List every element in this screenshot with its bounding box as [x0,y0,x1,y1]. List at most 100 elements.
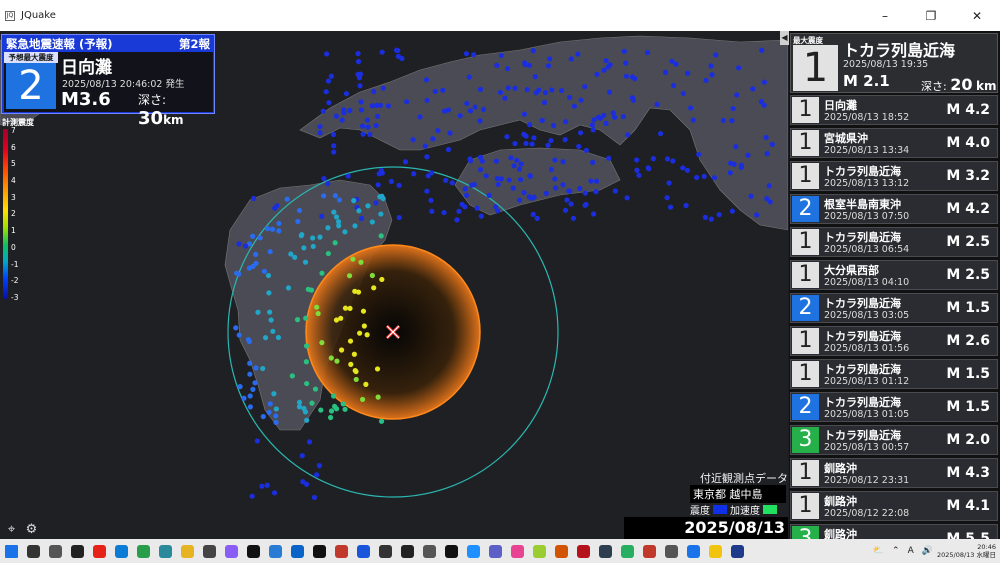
maximize-button[interactable]: ❐ [908,0,954,31]
quake-list-item[interactable]: 1 トカラ列島近海 2025/08/13 06:54 M 2.5 [790,227,998,257]
station-dot [378,211,384,217]
legend-tick: 1 [11,226,16,236]
chrome-icon[interactable] [132,539,154,563]
station-dot [708,63,714,69]
outlook-icon[interactable] [286,539,308,563]
station-dot [606,89,613,95]
intensity-swatch [713,505,727,514]
station-dot [379,276,385,283]
station-dot [373,200,379,206]
quake-list-item[interactable]: 1 大分県西部 2025/08/13 04:10 M 2.5 [790,260,998,290]
teams-icon[interactable] [484,539,506,563]
station-dot [445,107,451,113]
quake-list-item[interactable]: 1 トカラ列島近海 2025/08/13 01:56 M 2.6 [790,326,998,356]
obs-icon[interactable] [396,539,418,563]
quake-list-item[interactable]: 1 日向灘 2025/08/13 18:52 M 4.2 [790,95,998,125]
station-dot [590,159,596,165]
quake-list-item[interactable]: 2 根室半島南東沖 2025/08/13 07:50 M 4.2 [790,194,998,224]
app-icon[interactable] [154,539,176,563]
latest-quake-card[interactable]: 最大震度 1 トカラ列島近海 2025/08/13 19:35 M 2.1 深さ… [790,33,998,94]
pear-icon[interactable] [528,539,550,563]
station-dot [410,137,416,143]
station-dot [253,251,259,258]
station-dot [531,194,537,200]
media-icon[interactable] [418,539,440,563]
github-icon[interactable] [308,539,330,563]
station-dot [766,183,772,189]
weather-icon[interactable]: ⛅ [873,546,884,556]
settings-gear-icon[interactable]: ⚙ [24,522,39,537]
drawing-icon[interactable] [682,539,704,563]
station-dot [261,268,268,274]
six-icon[interactable] [66,539,88,563]
search-icon[interactable] [22,539,44,563]
quake-list-item[interactable]: 3 トカラ列島近海 2025/08/13 00:57 M 2.0 [790,425,998,455]
quake-time: 2025/08/13 01:12 [824,376,910,387]
station-dot [533,90,539,96]
yd-icon[interactable] [242,539,264,563]
earthquake-history-sidebar: 最大震度 1 トカラ列島近海 2025/08/13 19:35 M 2.1 深さ… [789,31,1000,539]
station-dot [380,85,386,91]
station-dot [733,144,739,150]
station-dot [357,83,363,89]
eye-icon[interactable] [462,539,484,563]
collapse-sidebar-button[interactable]: ◀ [780,31,789,45]
quake-list-item[interactable]: 1 釧路沖 2025/08/12 22:08 M 4.1 [790,491,998,521]
minimize-button[interactable]: – [862,0,908,31]
ime-indicator[interactable]: A [908,546,914,556]
photo-icon[interactable] [638,539,660,563]
quake-list-item[interactable]: 1 トカラ列島近海 2025/08/13 13:12 M 3.2 [790,161,998,191]
station-dot [567,94,573,101]
quake-intensity: 1 [792,361,819,387]
station-dot [532,74,538,80]
locate-icon[interactable]: ⌖ [4,522,19,537]
quake-intensity: 1 [792,460,819,486]
station-dot [375,394,381,400]
terminal-icon[interactable] [440,539,462,563]
start-icon[interactable] [0,539,22,563]
copilot-icon[interactable] [220,539,242,563]
chevron-up-icon[interactable]: ⌃ [892,546,900,556]
slash-icon[interactable] [616,539,638,563]
mouth-icon[interactable] [506,539,528,563]
station-dot [247,371,253,377]
explorer-icon[interactable] [176,539,198,563]
station-dot [358,215,365,221]
station-dot [319,340,325,346]
quake-time: 2025/08/13 01:56 [824,343,910,354]
station-dot [353,376,359,383]
station-dot [583,201,589,208]
edge-icon[interactable] [110,539,132,563]
quake-time: 2025/08/13 04:10 [824,277,910,288]
warning-icon[interactable] [704,539,726,563]
taskbar-clock[interactable]: 20:46 2025/08/13 水曜日 [937,543,996,559]
quake-list-item[interactable]: 3 釧路沖 M 5.5 [790,524,998,539]
youtube-icon[interactable] [88,539,110,563]
pulse-icon[interactable] [660,539,682,563]
quake-list-item[interactable]: 1 トカラ列島近海 2025/08/13 01:12 M 1.5 [790,359,998,389]
taskview-icon[interactable] [44,539,66,563]
quake-intensity: 3 [792,427,819,453]
bag-icon[interactable] [550,539,572,563]
magnet-icon[interactable] [726,539,748,563]
globe-icon[interactable] [264,539,286,563]
quake-list-item[interactable]: 2 トカラ列島近海 2025/08/13 01:05 M 1.5 [790,392,998,422]
station-dot [325,181,331,187]
quake-intensity: 1 [792,130,819,156]
station-dot [462,204,468,210]
quake-list-item[interactable]: 1 釧路沖 2025/08/12 23:31 M 4.3 [790,458,998,488]
ruby-icon[interactable] [572,539,594,563]
latest-depth: 深さ: 20 km [921,75,996,94]
station-dot [703,77,709,83]
film-icon[interactable] [198,539,220,563]
close-button[interactable]: ✕ [954,0,1000,31]
volume-icon[interactable]: 🔊 [922,546,933,556]
jp-icon[interactable] [352,539,374,563]
quake-list-item[interactable]: 1 宮城県沖 2025/08/13 13:34 M 4.0 [790,128,998,158]
keyboard-icon[interactable] [374,539,396,563]
quake-list-item[interactable]: 2 トカラ列島近海 2025/08/13 03:05 M 1.5 [790,293,998,323]
station-dot [347,338,354,344]
station-dot [353,368,359,375]
shrine-icon[interactable] [330,539,352,563]
monitor-icon[interactable] [594,539,616,563]
